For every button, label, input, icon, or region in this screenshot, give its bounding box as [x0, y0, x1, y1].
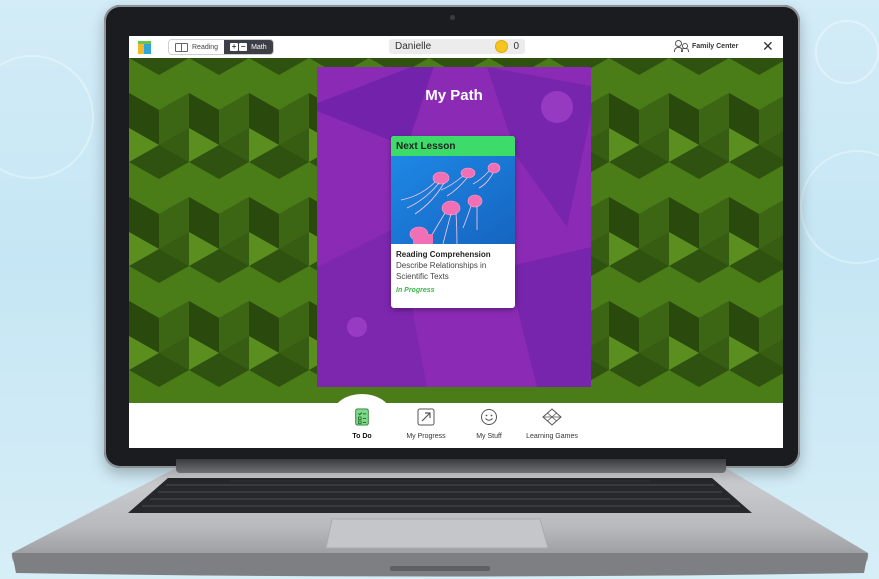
smiley-icon [481, 409, 497, 425]
jellyfish-illustration [391, 156, 515, 244]
laptop-hinge [176, 459, 726, 473]
family-center-button[interactable]: Family Center [674, 40, 738, 52]
subject-reading-tab[interactable]: Reading [169, 40, 225, 54]
lesson-status: In Progress [396, 287, 435, 294]
games-icon [542, 408, 562, 426]
close-icon[interactable]: ✕ [762, 38, 774, 55]
nav-learning-games[interactable]: Learning Games [512, 408, 592, 440]
student-name: Danielle [395, 41, 432, 52]
my-path-panel: My Path Next Lesson Reading Comprehensio… [317, 67, 591, 387]
nav-learning-games-label: Learning Games [526, 433, 578, 440]
app-logo[interactable] [138, 40, 151, 54]
family-icon [674, 40, 689, 52]
progress-icon [417, 408, 435, 426]
family-center-label: Family Center [692, 42, 739, 50]
card-header: Next Lesson [391, 136, 515, 156]
subject-toggle: Reading + − Math [168, 39, 274, 55]
bottom-nav: To Do My Progress My Stuff Learning Game… [129, 394, 783, 448]
student-switcher[interactable]: Danielle 0 [389, 39, 525, 54]
top-bar: Reading + − Math Danielle 0 Family Center… [129, 36, 783, 58]
coin-icon [495, 40, 509, 53]
lesson-category: Reading Comprehension [396, 250, 491, 259]
lesson-description: Describe Relationships in Scientific Tex… [396, 261, 487, 281]
subject-reading-label: Reading [192, 43, 219, 51]
subject-math-label: Math [251, 43, 267, 51]
webcam [450, 15, 455, 20]
math-operators-icon: + − [230, 42, 248, 51]
panel-title: My Path [425, 87, 483, 104]
subject-math-tab[interactable]: + − Math [224, 40, 273, 54]
app-screen: Reading + − Math Danielle 0 Family Center… [129, 36, 783, 448]
next-lesson-card[interactable]: Next Lesson Reading Comprehension Descri… [391, 136, 515, 308]
coin-count: 0 [513, 41, 519, 52]
checklist-icon [355, 408, 369, 426]
book-icon [175, 42, 188, 52]
